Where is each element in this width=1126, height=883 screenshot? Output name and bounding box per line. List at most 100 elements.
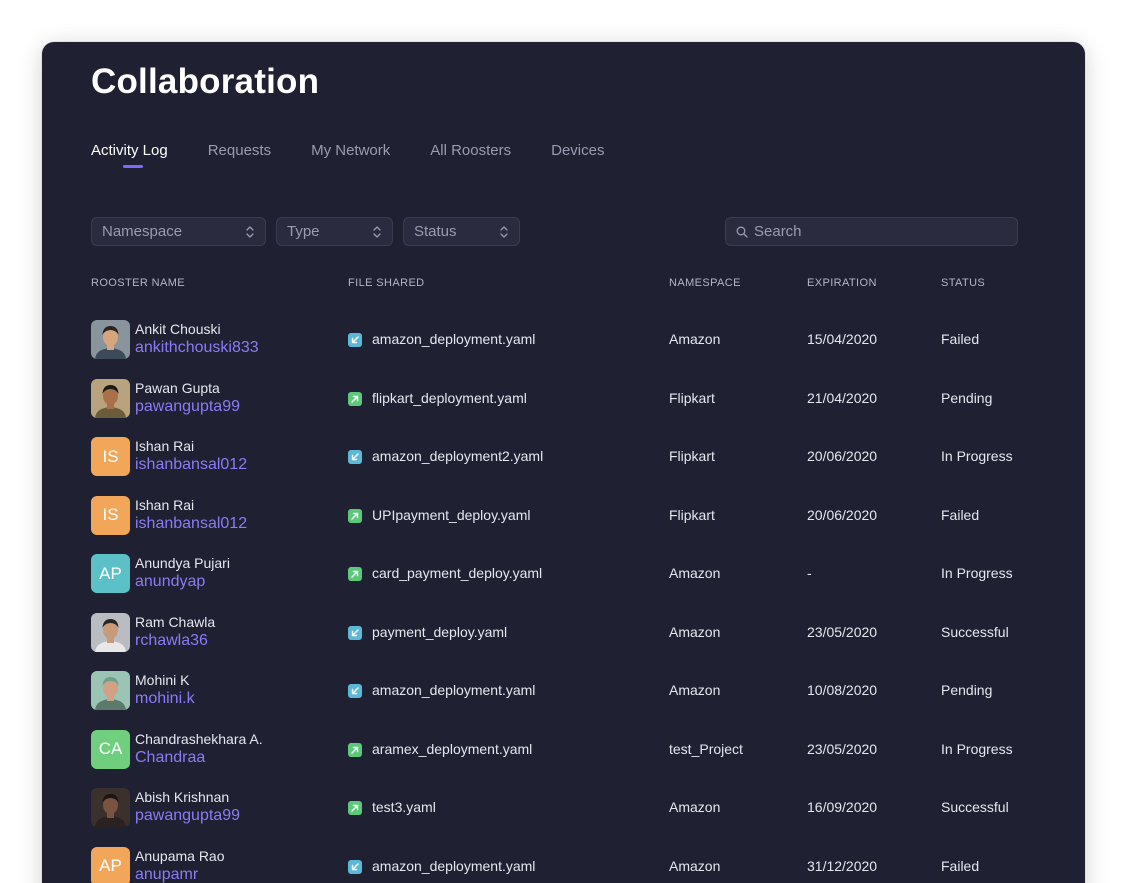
avatar-initials: IS (102, 446, 119, 466)
search-input[interactable] (754, 223, 994, 240)
expiration-cell: 23/05/2020 (807, 623, 878, 640)
chevron-up-down-icon (373, 225, 381, 238)
table-row[interactable]: IS Ishan Rai ishanbansal012 UPIpayment_depl… (42, 495, 1085, 554)
table-row[interactable]: AP Anupama Rao anupamr amazon_deployment.ya… (42, 846, 1085, 883)
rooster-username-link[interactable]: pawangupta99 (135, 807, 240, 825)
namespace-cell: Flipkart (669, 389, 715, 406)
rooster-name: Abish Krishnan (135, 789, 230, 805)
status-filter-label: Status (414, 223, 457, 240)
table-row[interactable]: Pawan Gupta pawangupta99 flipkart_deployme… (42, 378, 1085, 437)
rooster-name: Ishan Rai (135, 438, 195, 454)
namespace-cell: Amazon (669, 565, 721, 581)
status-filter-select[interactable]: Status (403, 217, 520, 246)
expiration-cell: 10/08/2020 (807, 682, 878, 698)
expiration-cell: 20/06/2020 (807, 448, 878, 464)
tab-requests[interactable]: Requests (208, 142, 271, 159)
arrow-up-right-icon (348, 567, 362, 581)
file-shared-name[interactable]: test3.yaml (372, 799, 436, 815)
tab-all-roosters[interactable]: All Roosters (430, 142, 511, 159)
status-cell: In Progress (941, 565, 1013, 581)
avatar: IS (91, 437, 130, 476)
file-shared-name[interactable]: amazon_deployment2.yaml (372, 448, 543, 464)
status-cell: Failed (941, 331, 980, 347)
arrow-up-right-icon (348, 508, 362, 523)
file-shared-name[interactable]: amazon_deployment.yaml (372, 331, 535, 347)
collaboration-window: Collaboration Activity Log Requests My N… (42, 42, 1085, 883)
rooster-username-link[interactable]: ankithchouski833 (135, 339, 259, 357)
chevron-up-down-icon (500, 225, 508, 238)
search-icon (736, 226, 748, 238)
expiration-cell: - (807, 565, 812, 581)
status-cell: In Progress (941, 740, 1013, 757)
tab-activity-log[interactable]: Activity Log (91, 142, 168, 168)
table-row[interactable]: Mohini K mohini.k amazon_deployment.yaml Am… (42, 671, 1085, 729)
rooster-username-link[interactable]: ishanbansal012 (135, 456, 247, 474)
arrow-down-left-icon (348, 859, 362, 874)
file-shared-name[interactable]: flipkart_deployment.yaml (372, 390, 527, 406)
arrow-down-left-icon (348, 625, 362, 640)
namespace-cell: Amazon (669, 857, 721, 874)
avatar: IS (91, 495, 130, 535)
table-row[interactable]: CA Chandrashekhara A. Chandraa aramex_deplo… (42, 729, 1085, 788)
tab-bar: Activity Log Requests My Network All Roo… (91, 142, 644, 168)
avatar (91, 320, 130, 359)
table-row[interactable]: AP Anundya Pujari anundyap card_payment_dep… (42, 554, 1085, 612)
rooster-name: Anupama Rao (135, 847, 225, 864)
expiration-cell: 16/09/2020 (807, 799, 878, 815)
rooster-name: Ram Chawla (135, 613, 216, 630)
file-shared-name[interactable]: amazon_deployment.yaml (372, 858, 535, 874)
avatar (91, 788, 130, 827)
arrow-up-right-icon (348, 742, 362, 757)
rooster-name: Chandrashekhara A. (135, 730, 263, 747)
table-row[interactable]: Abish Krishnan pawangupta99 test3.yaml Amaz… (42, 788, 1085, 846)
rooster-username-link[interactable]: mohini.k (135, 690, 195, 708)
rooster-username-link[interactable]: anupamr (135, 866, 198, 883)
filter-bar: Namespace Type Status (91, 217, 530, 246)
rooster-username-link[interactable]: ishanbansal012 (135, 515, 247, 533)
file-shared-name[interactable]: UPIpayment_deploy.yaml (372, 507, 530, 523)
namespace-cell: Amazon (669, 623, 721, 640)
avatar: AP (91, 554, 130, 593)
header-file-shared: FILE SHARED (348, 277, 425, 289)
tab-my-network[interactable]: My Network (311, 142, 390, 159)
rooster-name: Ishan Rai (135, 496, 195, 513)
tab-devices[interactable]: Devices (551, 142, 604, 159)
namespace-cell: Amazon (669, 799, 721, 815)
header-rooster-name: ROOSTER NAME (91, 277, 186, 289)
table-row[interactable]: Ram Chawla rchawla36 payment_deploy.yaml Am… (42, 612, 1085, 671)
namespace-cell: Amazon (669, 331, 721, 347)
rooster-username-link[interactable]: pawangupta99 (135, 398, 240, 416)
namespace-cell: test_Project (669, 740, 743, 757)
rooster-username-link[interactable]: Chandraa (135, 749, 205, 767)
file-shared-name[interactable]: card_payment_deploy.yaml (372, 565, 542, 581)
table-row[interactable]: IS Ishan Rai ishanbansal012 amazon_deployme… (42, 437, 1085, 495)
type-filter-label: Type (287, 223, 320, 240)
namespace-cell: Amazon (669, 682, 721, 698)
expiration-cell: 23/05/2020 (807, 740, 878, 757)
file-shared-name[interactable]: amazon_deployment.yaml (372, 682, 535, 698)
header-namespace: NAMESPACE (669, 277, 741, 289)
file-shared-name[interactable]: aramex_deployment.yaml (372, 741, 532, 757)
avatar (91, 612, 130, 652)
file-shared-name[interactable]: payment_deploy.yaml (372, 624, 507, 640)
avatar-initials: CA (98, 739, 123, 758)
rooster-name: Pawan Gupta (135, 379, 220, 396)
type-filter-select[interactable]: Type (276, 217, 393, 246)
arrow-down-left-icon (348, 333, 362, 347)
header-status: STATUS (941, 277, 986, 289)
avatar-initials: AP (99, 563, 122, 583)
status-cell: Pending (941, 389, 993, 406)
rooster-username-link[interactable]: rchawla36 (135, 632, 208, 650)
namespace-filter-select[interactable]: Namespace (91, 217, 266, 246)
rooster-name: Anundya Pujari (135, 555, 230, 571)
status-cell: Failed (941, 506, 980, 523)
namespace-cell: Flipkart (669, 448, 715, 464)
avatar (91, 378, 130, 418)
table-row[interactable]: Ankit Chouski ankithchouski833 amazon_depl… (42, 320, 1085, 378)
arrow-down-left-icon (348, 684, 362, 698)
status-cell: In Progress (941, 448, 1013, 464)
rooster-username-link[interactable]: anundyap (135, 573, 205, 591)
status-cell: Pending (941, 682, 993, 698)
page-title: Collaboration (91, 62, 320, 101)
avatar-initials: IS (102, 505, 119, 524)
